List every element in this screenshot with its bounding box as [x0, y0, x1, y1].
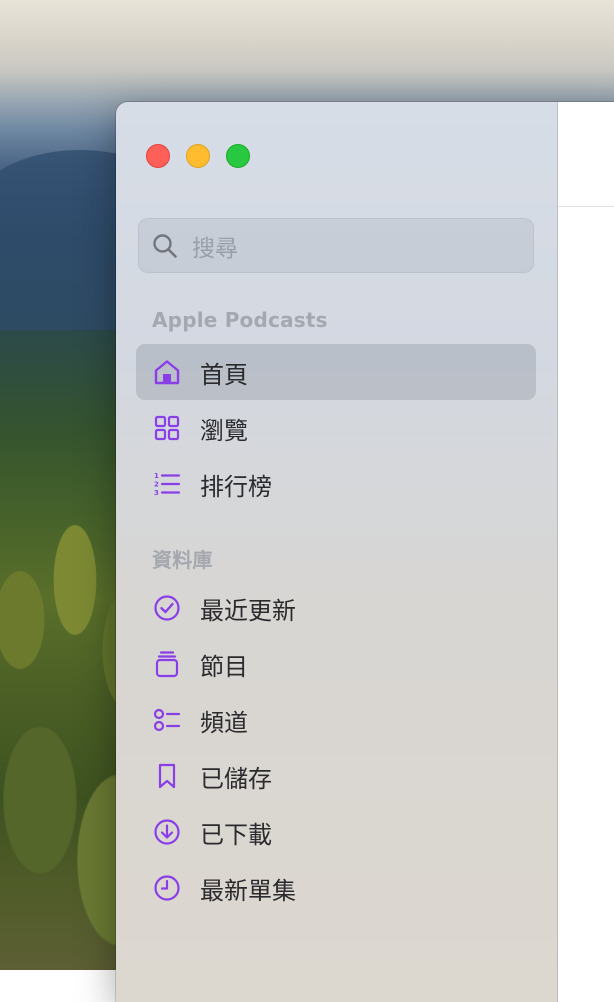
sidebar-item-shows[interactable]: 節目 [136, 636, 536, 692]
sidebar: 搜尋 Apple Podcasts 首頁 瀏覽 1 2 3 排行榜 資料庫 最近… [116, 102, 558, 1002]
grid-icon [154, 415, 180, 441]
svg-text:1: 1 [154, 472, 159, 480]
sidebar-item-home[interactable]: 首頁 [136, 344, 536, 400]
window-close-button[interactable] [146, 144, 170, 168]
section-header-apple-podcasts: Apple Podcasts [152, 308, 328, 332]
sidebar-item-label: 首頁 [200, 360, 248, 389]
toolbar-divider [558, 206, 614, 207]
search-icon [153, 233, 177, 258]
sidebar-item-saved[interactable]: 已儲存 [136, 748, 536, 804]
sidebar-item-label: 頻道 [200, 708, 248, 737]
sidebar-item-channels[interactable]: 頻道 [136, 692, 536, 748]
numbered-list-icon: 1 2 3 [154, 472, 181, 497]
sidebar-item-top-charts[interactable]: 1 2 3 排行榜 [136, 456, 536, 512]
window-minimize-button[interactable] [186, 144, 210, 168]
sidebar-item-downloaded[interactable]: 已下載 [136, 804, 536, 860]
house-icon [154, 360, 180, 385]
channels-list-icon [153, 708, 181, 732]
stack-icon [155, 651, 179, 678]
sidebar-item-label: 排行榜 [200, 472, 272, 501]
download-circle-icon [154, 819, 180, 845]
main-content-area [558, 102, 614, 1002]
search-field[interactable]: 搜尋 [138, 218, 534, 273]
sidebar-item-label: 最新單集 [200, 876, 296, 905]
sidebar-item-label: 已下載 [200, 820, 272, 849]
sidebar-item-label: 已儲存 [200, 764, 272, 793]
section-header-library: 資料庫 [152, 548, 213, 572]
svg-text:2: 2 [154, 481, 159, 489]
svg-text:3: 3 [154, 489, 159, 497]
bookmark-icon [158, 763, 176, 789]
sidebar-item-label: 瀏覽 [200, 416, 248, 445]
podcasts-window: 搜尋 Apple Podcasts 首頁 瀏覽 1 2 3 排行榜 資料庫 最近… [116, 102, 614, 1002]
search-placeholder: 搜尋 [192, 235, 238, 262]
checkmark-circle-icon [154, 595, 180, 621]
window-zoom-button[interactable] [226, 144, 250, 168]
sidebar-item-label: 最近更新 [200, 596, 296, 625]
sidebar-item-latest-episodes[interactable]: 最新單集 [136, 860, 536, 916]
sidebar-item-browse[interactable]: 瀏覽 [136, 400, 536, 456]
sidebar-item-label: 節目 [200, 652, 248, 681]
sidebar-item-recently-updated[interactable]: 最近更新 [136, 580, 536, 636]
clock-icon [154, 875, 180, 901]
